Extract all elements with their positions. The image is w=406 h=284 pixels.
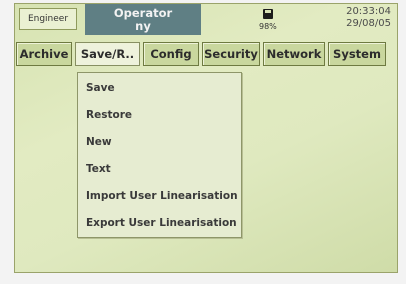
disk-usage-percent: 98%	[259, 22, 277, 31]
menu-item-new[interactable]: New	[86, 136, 112, 148]
menu-item-restore[interactable]: Restore	[86, 109, 132, 121]
menu-item-import-user-linearisation[interactable]: Import User Linearisation	[86, 190, 238, 202]
clock-date: 29/08/05	[346, 18, 391, 29]
save-restore-dropdown: Save Restore New Text Import User Linear…	[77, 72, 242, 238]
menu-item-save[interactable]: Save	[86, 82, 115, 94]
role-button-engineer[interactable]: Engineer	[19, 8, 77, 30]
main-menu-bar: Archive Save/R.. Config Security Network…	[15, 39, 397, 69]
operator-panel[interactable]: Operator ny	[85, 4, 201, 35]
disk-icon	[263, 9, 273, 19]
menu-security[interactable]: Security	[202, 42, 260, 66]
status-header: Engineer Operator ny 98% 20:33:04 29/08/…	[15, 4, 397, 35]
menu-save-restore[interactable]: Save/R..	[75, 42, 140, 66]
clock: 20:33:04 29/08/05	[346, 6, 391, 30]
menu-network[interactable]: Network	[263, 42, 325, 66]
menu-item-export-user-linearisation[interactable]: Export User Linearisation	[86, 217, 237, 229]
operator-user: ny	[135, 19, 151, 33]
clock-time: 20:33:04	[346, 6, 391, 17]
menu-item-text[interactable]: Text	[86, 163, 111, 175]
menu-config[interactable]: Config	[143, 42, 199, 66]
device-screen: Engineer Operator ny 98% 20:33:04 29/08/…	[14, 3, 398, 273]
menu-system[interactable]: System	[328, 42, 386, 66]
menu-archive[interactable]: Archive	[16, 42, 72, 66]
